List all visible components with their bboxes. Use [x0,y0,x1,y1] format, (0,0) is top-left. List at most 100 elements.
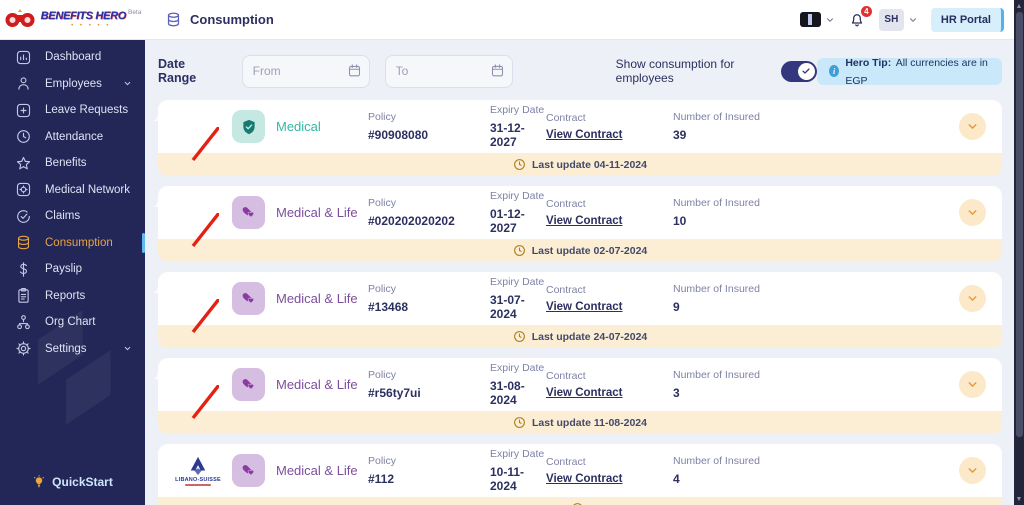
insured-label: Number of Insured [673,111,760,123]
policy-card: AXA Medical & Life Policy #r56ty7ui Expi… [155,358,1002,434]
scroll-up-icon[interactable]: ▲ [1014,0,1024,12]
mask-logo-icon [4,9,36,30]
toggle-check-icon [797,62,815,80]
quickstart-button[interactable]: QuickStart [0,475,145,489]
expiry-label: Expiry Date [490,104,545,116]
date-range-label: Date Range [158,57,197,85]
insured-count: 39 [673,128,687,142]
contract-label: Contract [546,456,586,468]
medical-life-hearts-icon [232,282,265,315]
libano-subtext [185,483,211,486]
policy-card: AXA Medical Policy #90908080 Expiry Date… [155,100,1002,176]
toggle-label: Show consumption for employees [615,57,735,85]
libano-suisse-logo: LIBANO-SUISSE [172,456,232,486]
expiry-label: Expiry Date [490,362,545,374]
insured-label: Number of Insured [673,283,760,295]
view-contract-link[interactable]: View Contract [546,473,673,485]
notification-badge: 4 [859,4,873,18]
dashboard-icon [13,49,33,66]
expand-policy-button[interactable] [959,371,986,398]
policy-number: #90908080 [368,128,429,142]
filter-row: Date Range Show consumption for employee… [158,54,1002,88]
last-update-bar: Last update 24-07-2024 [158,325,1002,348]
clock-icon [513,158,526,171]
sidebar-item-claims[interactable]: Claims [0,203,145,230]
last-update-text: Last update 02-07-2024 [531,244,648,257]
policy-number: #r56ty7ui [368,386,421,400]
app-logo[interactable]: BENEFITS HERO Beta • • • • • [0,9,145,30]
user-menu[interactable]: SH [878,8,918,31]
policy-type: Medical [276,119,321,134]
clock-icon [513,330,526,343]
sidebar-item-dashboard[interactable]: Dashboard [0,44,145,71]
last-update-bar: Last update 02-07-2024 [158,239,1002,262]
policy-number: #112 [368,472,395,486]
sidebar-item-leave-requests[interactable]: Leave Requests [0,97,145,124]
policy-list: AXA Medical Policy #90908080 Expiry Date… [155,100,1002,505]
leave-requests-icon [13,102,33,119]
last-update-bar [158,497,1002,505]
policy-type: Medical & Life [276,291,358,306]
insured-count: 9 [673,300,680,314]
brand-stars: • • • • • [71,22,111,29]
last-update-text: Last update 04-11-2024 [532,158,647,171]
view-contract-link[interactable]: View Contract [546,129,673,141]
hero-tip-label: Hero Tip: [845,57,892,69]
vertical-scrollbar[interactable]: ▲ ▼ [1014,0,1024,505]
policy-type: Medical & Life [276,463,358,478]
last-update-text: Last update 11-08-2024 [532,416,647,429]
brand-name: BENEFITS HERO [40,9,127,22]
expand-policy-button[interactable] [959,113,986,140]
insured-label: Number of Insured [673,197,760,209]
expand-policy-button[interactable] [959,199,986,226]
lightbulb-icon [32,475,46,489]
employees-consumption-toggle[interactable] [780,60,817,82]
sidebar-item-attendance[interactable]: Attendance [0,124,145,151]
expiry-label: Expiry Date [490,190,545,202]
medical-shield-icon [232,110,265,143]
policy-number: #020202020202 [368,214,455,228]
sidebar-item-consumption[interactable]: Consumption [0,230,145,257]
employees-icon [13,75,33,92]
chevron-down-icon [908,15,918,25]
language-selector[interactable] [799,12,835,27]
policy-type: Medical & Life [276,205,358,220]
date-to-input[interactable] [384,54,513,88]
expand-policy-button[interactable] [959,457,986,484]
policy-type: Medical & Life [276,377,358,392]
claims-icon [13,208,33,225]
sidebar-item-payslip[interactable]: Payslip [0,256,145,283]
notifications-button[interactable]: 4 [848,4,873,29]
info-icon: i [828,65,840,77]
attendance-icon [13,128,33,145]
view-contract-link[interactable]: View Contract [546,215,673,227]
sidebar-item-employees[interactable]: Employees [0,71,145,98]
expiry-date: 31-08-2024 [490,379,525,407]
scroll-down-icon[interactable]: ▼ [1014,493,1024,505]
expand-policy-button[interactable] [959,285,986,312]
hero-tip-banner: i Hero Tip: All currencies are in EGP [816,57,1002,87]
medical-network-icon [13,181,33,198]
expiry-date: 31-12-2027 [490,121,525,149]
medical-life-hearts-icon [232,368,265,401]
chevron-down-icon [123,344,132,353]
policy-label: Policy [368,283,397,295]
policy-card: AXA Medical & Life Policy #020202020202 … [155,186,1002,262]
sidebar-item-medical-network[interactable]: Medical Network [0,177,145,204]
policy-card: LIBANO-SUISSE Medical & Life Policy #112… [158,444,1002,505]
database-icon [165,11,182,28]
policy-card: AXA Medical & Life Policy #13468 Expiry … [155,272,1002,348]
sidebar-item-reports[interactable]: Reports [0,283,145,310]
sidebar-item-benefits[interactable]: Benefits [0,150,145,177]
view-contract-link[interactable]: View Contract [546,387,673,399]
view-contract-link[interactable]: View Contract [546,301,673,313]
chevron-down-icon [123,79,132,88]
clock-icon [513,416,526,429]
policy-label: Policy [368,369,397,381]
contract-label: Contract [546,112,586,124]
scrollbar-thumb[interactable] [1015,12,1023,437]
medical-life-hearts-icon [232,454,265,487]
policy-number: #13468 [368,300,409,314]
hr-portal-button[interactable]: HR Portal [930,7,1004,32]
date-from-input[interactable] [241,54,370,88]
